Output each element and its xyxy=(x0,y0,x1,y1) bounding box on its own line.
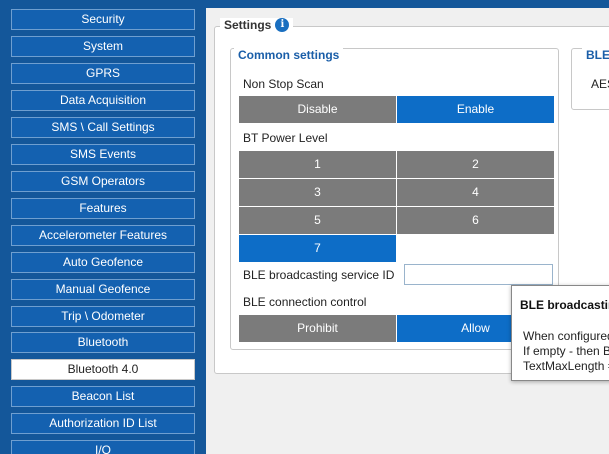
sidebar-item-system[interactable]: System xyxy=(11,36,195,57)
sidebar-item-beacon-list[interactable]: Beacon List xyxy=(11,386,195,407)
sidebar-item-trip-odometer[interactable]: Trip \ Odometer xyxy=(11,306,195,327)
sidebar-item-gprs[interactable]: GPRS xyxy=(11,63,195,84)
bt-power-level-7-button[interactable]: 7 xyxy=(239,235,396,262)
sidebar: Security System GPRS Data Acquisition SM… xyxy=(0,0,206,454)
bt-power-level-4-button[interactable]: 4 xyxy=(397,179,554,206)
sidebar-item-io[interactable]: I/O xyxy=(11,440,195,454)
top-strip xyxy=(206,0,609,8)
ble-service-id-input[interactable] xyxy=(404,264,553,285)
info-icon[interactable]: i xyxy=(275,18,290,32)
non-stop-scan-disable-button[interactable]: Disable xyxy=(239,96,396,123)
bt-power-level-2-button[interactable]: 2 xyxy=(397,151,554,178)
non-stop-scan-label: Non Stop Scan xyxy=(243,77,324,91)
non-stop-scan-enable-button[interactable]: Enable xyxy=(397,96,554,123)
sidebar-item-accelerometer-features[interactable]: Accelerometer Features xyxy=(11,225,195,246)
sidebar-item-data-acquisition[interactable]: Data Acquisition xyxy=(11,90,195,111)
settings-header: Settings i xyxy=(220,18,294,32)
bt-power-level-label: BT Power Level xyxy=(243,131,328,145)
main-panel: Settings i Common settings Non Stop Scan… xyxy=(206,8,609,454)
ble-service-id-label: BLE broadcasting service ID xyxy=(243,268,395,282)
sidebar-item-authorization-id-list[interactable]: Authorization ID List xyxy=(11,413,195,434)
sidebar-item-bluetooth[interactable]: Bluetooth xyxy=(11,332,195,353)
sidebar-item-auto-geofence[interactable]: Auto Geofence xyxy=(11,252,195,273)
bt-power-level-6-button[interactable]: 6 xyxy=(397,207,554,234)
bt-power-level-5-button[interactable]: 5 xyxy=(239,207,396,234)
sidebar-item-features[interactable]: Features xyxy=(11,198,195,219)
ble-connection-control-label: BLE connection control xyxy=(243,295,367,309)
sidebar-item-security[interactable]: Security xyxy=(11,9,195,30)
ble-group-title: BLE xyxy=(582,48,609,62)
bt-power-level-3-button[interactable]: 3 xyxy=(239,179,396,206)
tooltip-line: TextMaxLength = xyxy=(523,359,609,373)
sidebar-item-sms-events[interactable]: SMS Events xyxy=(11,144,195,165)
ble-service-id-tooltip: BLE broadcastin When configured If empty… xyxy=(511,285,609,381)
common-settings-title: Common settings xyxy=(234,48,344,62)
sidebar-item-sms-call-settings[interactable]: SMS \ Call Settings xyxy=(11,117,195,138)
sidebar-item-gsm-operators[interactable]: GSM Operators xyxy=(11,171,195,192)
tooltip-line: If empty - then B xyxy=(523,344,609,358)
sidebar-item-manual-geofence[interactable]: Manual Geofence xyxy=(11,279,195,300)
bt-power-level-1-button[interactable]: 1 xyxy=(239,151,396,178)
settings-title: Settings xyxy=(224,18,272,32)
tooltip-line: When configured xyxy=(523,329,609,343)
sidebar-item-bluetooth-4-0[interactable]: Bluetooth 4.0 xyxy=(11,359,195,380)
ble-group-text: AES xyxy=(591,77,609,91)
tooltip-title: BLE broadcastin xyxy=(520,298,609,312)
ble-connection-prohibit-button[interactable]: Prohibit xyxy=(239,315,396,342)
